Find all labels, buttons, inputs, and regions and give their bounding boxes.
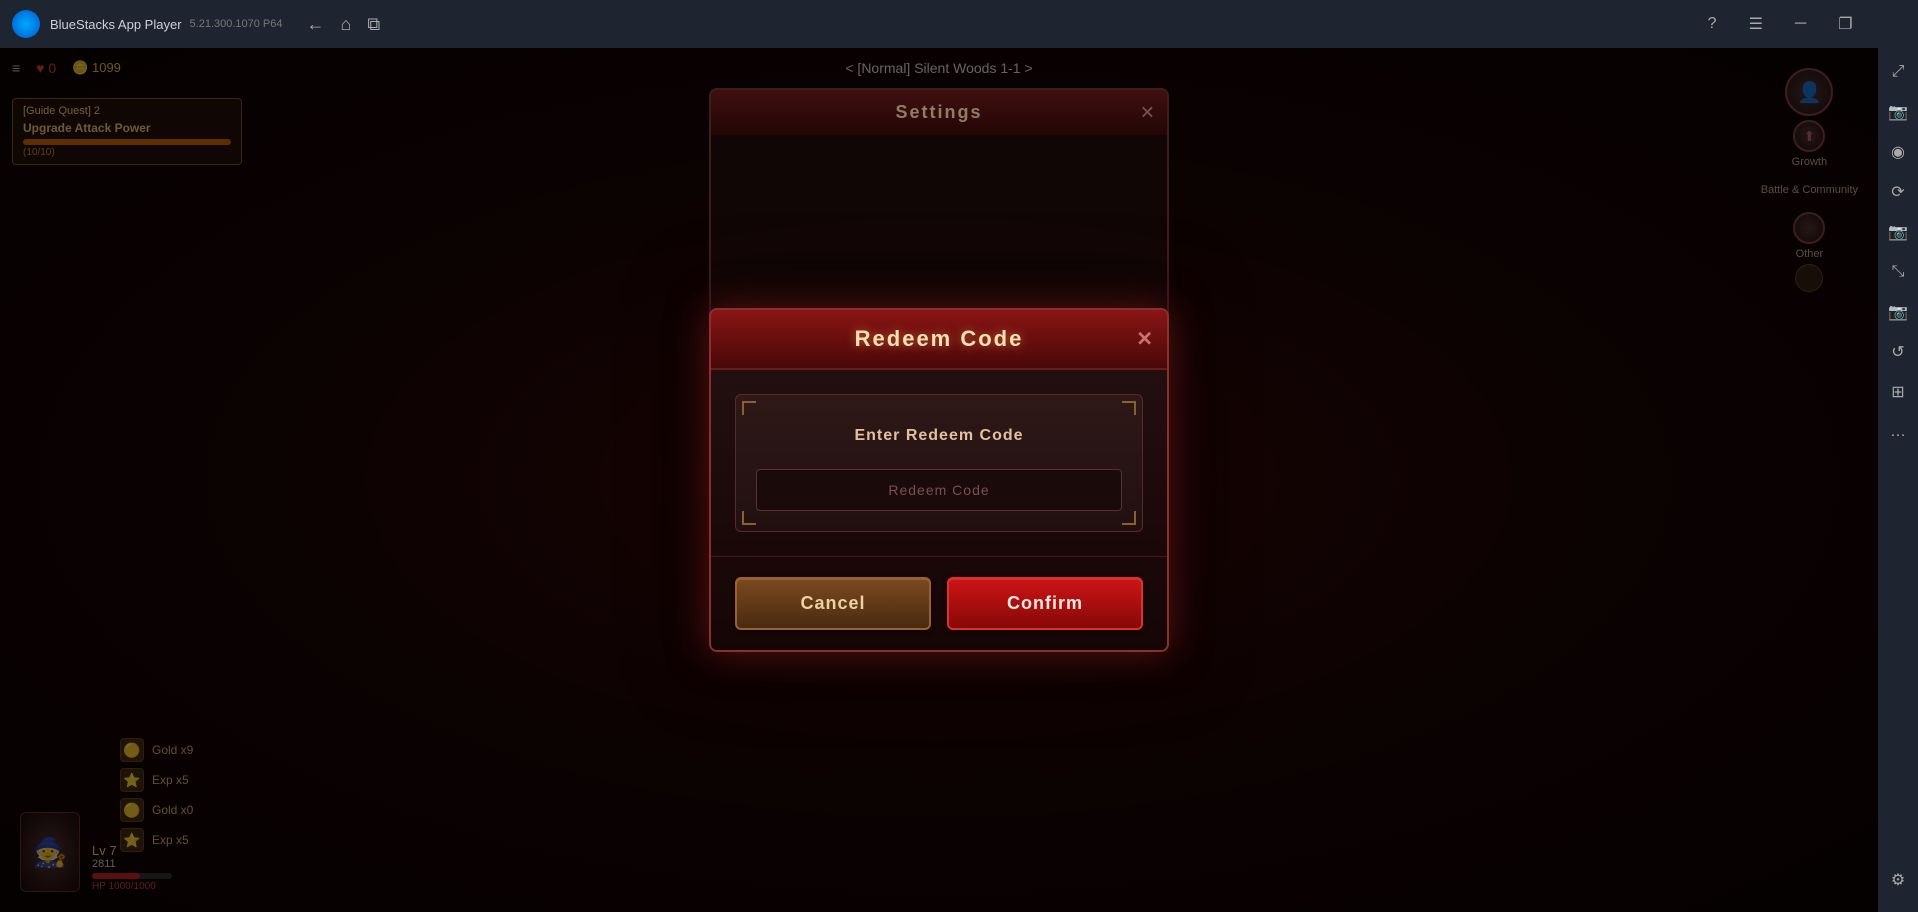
redeem-input-label: Enter Redeem Code bbox=[756, 427, 1122, 445]
minimize-button[interactable]: ─ bbox=[1787, 11, 1814, 37]
window-controls: ? ☰ ─ ❐ ✕ bbox=[1700, 10, 1906, 38]
cancel-button[interactable]: Cancel bbox=[735, 577, 931, 630]
redeem-footer: Cancel Confirm bbox=[711, 556, 1167, 650]
redeem-header: Redeem Code ✕ bbox=[711, 310, 1167, 370]
sidebar-expand-icon[interactable]: ⤡ bbox=[1880, 256, 1916, 288]
sidebar-camera-icon[interactable]: 📷 bbox=[1880, 96, 1916, 128]
sidebar-settings-icon[interactable]: ⚙ bbox=[1880, 864, 1916, 896]
settings-header: Settings ✕ bbox=[711, 90, 1167, 135]
settings-close-icon: ✕ bbox=[1140, 102, 1155, 123]
sidebar-rotate-icon[interactable]: ◉ bbox=[1880, 136, 1916, 168]
right-sidebar: ⤢ 📷 ◉ ⟳ 📷 ⤡ 📷 ↺ ⊞ … ⚙ bbox=[1878, 0, 1918, 912]
redeem-modal: Redeem Code ✕ Enter Redeem Code Cancel C… bbox=[709, 308, 1169, 652]
sidebar-screenshot2-icon[interactable]: 📷 bbox=[1880, 296, 1916, 328]
settings-title: Settings bbox=[895, 102, 982, 122]
app-title: BlueStacks App Player bbox=[50, 17, 182, 32]
corner-tl-decoration bbox=[742, 401, 756, 415]
redeem-title: Redeem Code bbox=[855, 326, 1024, 351]
sidebar-screenshot-icon[interactable]: 📷 bbox=[1880, 216, 1916, 248]
redeem-code-input[interactable] bbox=[756, 469, 1122, 511]
app-logo bbox=[12, 10, 40, 38]
restore-button[interactable]: ❐ bbox=[1830, 10, 1860, 38]
corner-bl-decoration bbox=[742, 511, 756, 525]
game-background: ≡ ♥ 0 🪙 1099 < [Normal] Silent Woods 1-1… bbox=[0, 48, 1878, 912]
corner-br-decoration bbox=[1122, 511, 1136, 525]
home-icon[interactable]: ⌂ bbox=[341, 14, 352, 35]
menu-button[interactable]: ☰ bbox=[1741, 10, 1771, 38]
redeem-close-button[interactable]: ✕ bbox=[1136, 327, 1153, 352]
titlebar-nav: ← ⌂ ⧉ bbox=[307, 14, 381, 35]
redeem-input-area: Enter Redeem Code bbox=[735, 394, 1143, 532]
sidebar-grid-icon[interactable]: ⊞ bbox=[1880, 376, 1916, 408]
confirm-button[interactable]: Confirm bbox=[947, 577, 1143, 630]
copy-icon[interactable]: ⧉ bbox=[367, 14, 380, 35]
corner-tr-decoration bbox=[1122, 401, 1136, 415]
titlebar: BlueStacks App Player 5.21.300.1070 P64 … bbox=[0, 0, 1918, 48]
redeem-body: Enter Redeem Code bbox=[711, 370, 1167, 556]
help-button[interactable]: ? bbox=[1700, 11, 1725, 37]
sidebar-more-icon[interactable]: … bbox=[1880, 416, 1916, 448]
app-version: 5.21.300.1070 P64 bbox=[190, 18, 283, 30]
sidebar-resize-icon[interactable]: ⤢ bbox=[1880, 56, 1916, 88]
sidebar-refresh-icon[interactable]: ⟳ bbox=[1880, 176, 1916, 208]
back-icon[interactable]: ← bbox=[307, 14, 325, 35]
sidebar-back-icon[interactable]: ↺ bbox=[1880, 336, 1916, 368]
